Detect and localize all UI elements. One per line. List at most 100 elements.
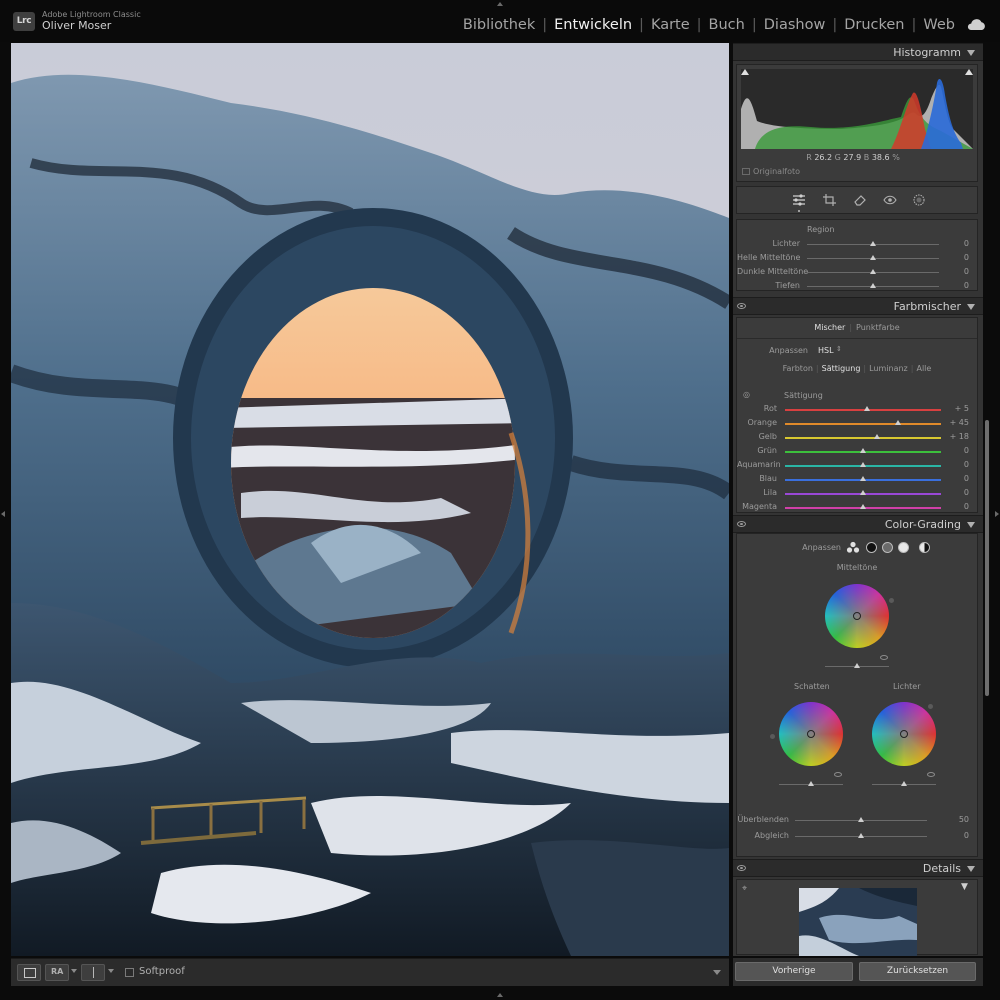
top-panel-toggle-icon[interactable] [497, 2, 503, 6]
toolbar-menu-chevron-icon[interactable] [713, 970, 721, 975]
collapse-triangle-icon[interactable] [967, 50, 975, 56]
eye-toggle-icon[interactable] [737, 303, 746, 309]
slider-knob[interactable] [895, 420, 902, 425]
histogram-header[interactable]: Histogramm [733, 43, 983, 61]
slider-value[interactable]: 0 [943, 460, 969, 469]
wheel-center-handle[interactable] [900, 730, 908, 738]
eye-toggle-icon[interactable] [834, 772, 842, 777]
histogram-graph[interactable] [741, 69, 973, 149]
mode-alle[interactable]: Alle [916, 364, 931, 373]
shadows-view-icon[interactable] [866, 542, 877, 553]
blend-value[interactable]: 50 [943, 815, 969, 824]
wheel-hue-dot[interactable] [889, 598, 894, 603]
eye-redeye-icon[interactable] [883, 194, 897, 206]
eye-toggle-icon[interactable] [737, 865, 746, 871]
original-photo-checkbox[interactable] [742, 168, 750, 175]
slider-knob[interactable] [808, 781, 814, 786]
eye-toggle-icon[interactable] [880, 655, 888, 660]
select-updown-icon[interactable]: ⇕ [836, 345, 842, 353]
target-adjust-icon[interactable]: ◎ [743, 390, 750, 399]
wheel-hue-dot[interactable] [770, 734, 775, 739]
tab-punktfarbe[interactable]: Punktfarbe [856, 323, 900, 332]
slider-value[interactable]: 0 [943, 281, 969, 290]
user-name[interactable]: Oliver Moser [42, 19, 111, 32]
slider-value[interactable]: 0 [943, 267, 969, 276]
slider-value[interactable]: 0 [943, 239, 969, 248]
wheel-center-handle[interactable] [853, 612, 861, 620]
slider-knob[interactable] [870, 283, 876, 288]
split-view-button[interactable] [81, 964, 105, 981]
cloud-icon[interactable] [966, 19, 986, 31]
collapse-triangle-icon[interactable] [967, 866, 975, 872]
chevron-down-icon[interactable]: ▼ [961, 882, 968, 892]
eye-toggle-icon[interactable] [927, 772, 935, 777]
saturation-slider-gelb[interactable] [785, 437, 941, 439]
right-panel-toggle-icon[interactable] [995, 511, 999, 517]
slider-value[interactable]: 0 [943, 488, 969, 497]
slider-knob[interactable] [874, 434, 881, 439]
balance-value[interactable]: 0 [943, 831, 969, 840]
module-web[interactable]: Web [922, 17, 956, 33]
color-grading-header[interactable]: Color-Grading [733, 515, 983, 533]
softproof-checkbox[interactable] [125, 968, 134, 977]
mode-saettigung[interactable]: Sättigung [822, 364, 861, 373]
saturation-slider-orange[interactable] [785, 423, 941, 425]
slider-value[interactable]: + 18 [943, 432, 969, 441]
crosshair-target-icon[interactable]: ⌖ [742, 884, 747, 894]
tab-mischer[interactable]: Mischer [814, 323, 845, 332]
module-karte[interactable]: Karte [650, 17, 691, 33]
slider-value[interactable]: 0 [943, 502, 969, 511]
collapse-triangle-icon[interactable] [967, 304, 975, 310]
sliders-icon[interactable] [792, 194, 806, 206]
slider-value[interactable]: 0 [943, 253, 969, 262]
details-header[interactable]: Details [733, 859, 983, 877]
module-bibliothek[interactable]: Bibliothek [462, 17, 536, 33]
anpassen-select[interactable]: HSL [818, 346, 834, 355]
slider-value[interactable]: + 5 [943, 404, 969, 413]
module-entwickeln[interactable]: Entwickeln [553, 17, 633, 33]
left-panel-toggle-icon[interactable] [1, 511, 5, 517]
slider-knob[interactable] [858, 817, 864, 822]
previous-settings-button[interactable]: Vorherige [735, 962, 853, 981]
slider-knob[interactable] [860, 476, 866, 481]
farbmischer-header[interactable]: Farbmischer [733, 297, 983, 315]
detail-preview[interactable] [799, 888, 917, 956]
before-after-button[interactable]: RA [45, 964, 69, 981]
slider-value[interactable]: + 45 [943, 418, 969, 427]
bottom-panel-toggle-icon[interactable] [497, 993, 503, 997]
slider-knob[interactable] [870, 269, 876, 274]
chevron-down-icon[interactable] [108, 969, 114, 973]
slider-knob[interactable] [870, 241, 876, 246]
slider-knob[interactable] [860, 448, 866, 453]
midtones-view-icon[interactable] [882, 542, 893, 553]
photo-canvas[interactable] [11, 43, 729, 956]
mode-luminanz[interactable]: Luminanz [869, 364, 908, 373]
global-view-icon[interactable] [919, 542, 930, 553]
slider-value[interactable]: 0 [943, 446, 969, 455]
module-buch[interactable]: Buch [708, 17, 746, 33]
slider-knob[interactable] [854, 663, 860, 668]
chevron-down-icon[interactable] [71, 969, 77, 973]
collapse-triangle-icon[interactable] [967, 522, 975, 528]
crop-icon[interactable] [823, 194, 837, 206]
panel-scrollbar[interactable] [985, 420, 989, 696]
three-way-view-icon[interactable] [846, 541, 860, 554]
highlights-view-icon[interactable] [898, 542, 909, 553]
eraser-icon[interactable] [853, 194, 867, 206]
slider-knob[interactable] [863, 406, 870, 411]
slider-knob[interactable] [901, 781, 907, 786]
wheel-center-handle[interactable] [807, 730, 815, 738]
slider-knob[interactable] [860, 462, 866, 467]
wheel-hue-dot[interactable] [928, 704, 933, 709]
module-drucken[interactable]: Drucken [843, 17, 905, 33]
slider-knob[interactable] [860, 504, 866, 509]
module-diashow[interactable]: Diashow [763, 17, 827, 33]
mode-farbton[interactable]: Farbton [783, 364, 813, 373]
slider-knob[interactable] [860, 490, 866, 495]
mask-icon[interactable] [912, 194, 926, 206]
reset-button[interactable]: Zurücksetzen [859, 962, 976, 981]
eye-toggle-icon[interactable] [737, 521, 746, 527]
slider-knob[interactable] [870, 255, 876, 260]
slider-value[interactable]: 0 [943, 474, 969, 483]
slider-knob[interactable] [858, 833, 864, 838]
